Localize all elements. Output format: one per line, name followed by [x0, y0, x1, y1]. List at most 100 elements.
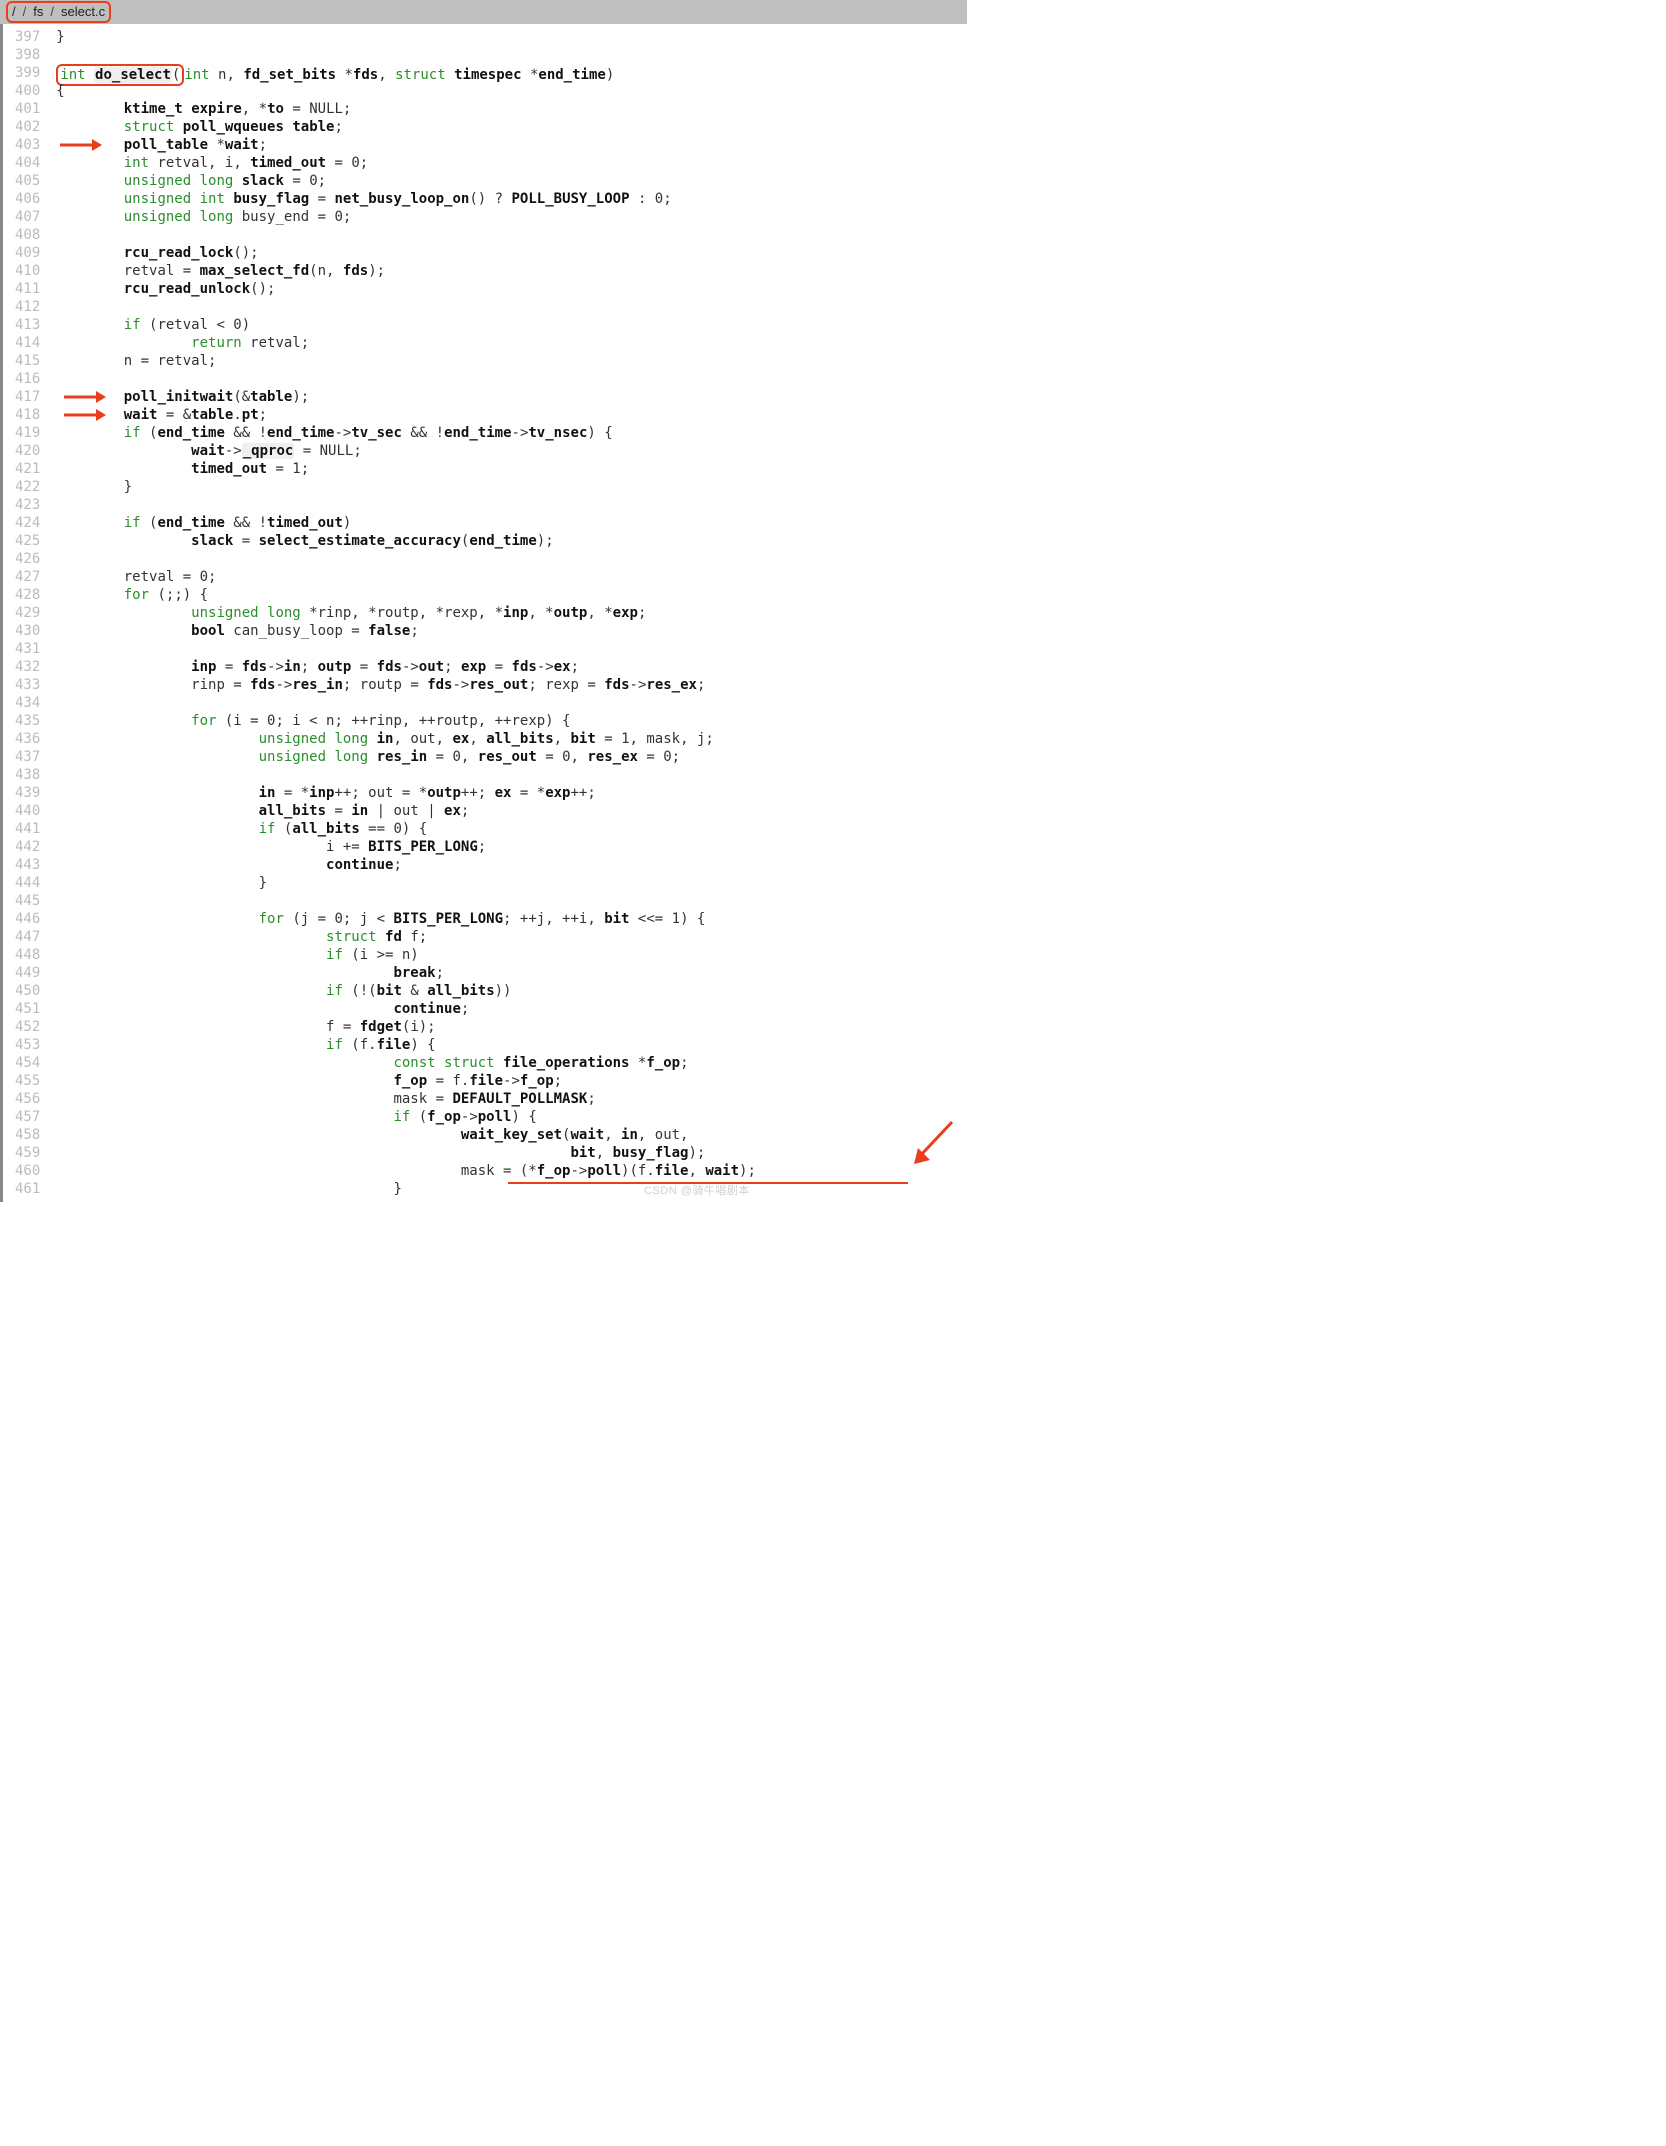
- line-number: 450: [15, 982, 40, 1000]
- line-number: 405: [15, 172, 40, 190]
- code-line: }: [56, 28, 756, 46]
- breadcrumb-bar: / / fs / select.c: [0, 0, 967, 24]
- line-number: 452: [15, 1018, 40, 1036]
- line-number: 412: [15, 298, 40, 316]
- do-select-signature-box: int do_select(: [56, 64, 184, 86]
- code-line: wait = &table.pt;: [56, 406, 756, 424]
- line-number: 402: [15, 118, 40, 136]
- line-number: 406: [15, 190, 40, 208]
- line-number: 430: [15, 622, 40, 640]
- line-number: 416: [15, 370, 40, 388]
- code-line: timed_out = 1;: [56, 460, 756, 478]
- line-number: 408: [15, 226, 40, 244]
- line-number: 398: [15, 46, 40, 64]
- code-line: [56, 46, 756, 64]
- code-line: poll_initwait(&table);: [56, 388, 756, 406]
- line-number: 424: [15, 514, 40, 532]
- code-line: const struct file_operations *f_op;: [56, 1054, 756, 1072]
- line-number: 433: [15, 676, 40, 694]
- code-line: [56, 550, 756, 568]
- line-number: 429: [15, 604, 40, 622]
- line-number: 403: [15, 136, 40, 154]
- code-line: rinp = fds->res_in; routp = fds->res_out…: [56, 676, 756, 694]
- code-line: all_bits = in | out | ex;: [56, 802, 756, 820]
- code-line: unsigned long *rinp, *routp, *rexp, *inp…: [56, 604, 756, 622]
- code-line: unsigned long slack = 0;: [56, 172, 756, 190]
- code-line: for (;;) {: [56, 586, 756, 604]
- line-number: 453: [15, 1036, 40, 1054]
- code-line: if (end_time && !end_time->tv_sec && !en…: [56, 424, 756, 442]
- code-line: mask = DEFAULT_POLLMASK;: [56, 1090, 756, 1108]
- code-line: if (f.file) {: [56, 1036, 756, 1054]
- line-number: 441: [15, 820, 40, 838]
- line-number: 442: [15, 838, 40, 856]
- line-number: 459: [15, 1144, 40, 1162]
- line-number: 404: [15, 154, 40, 172]
- line-number: 456: [15, 1090, 40, 1108]
- line-number: 446: [15, 910, 40, 928]
- line-number: 443: [15, 856, 40, 874]
- code-line: int retval, i, timed_out = 0;: [56, 154, 756, 172]
- watermark-text: CSDN @骑牛唱剧本: [644, 1182, 750, 1200]
- line-number: 435: [15, 712, 40, 730]
- code-line: [56, 226, 756, 244]
- code-line: if (f_op->poll) {: [56, 1108, 756, 1126]
- code-line: if (all_bits == 0) {: [56, 820, 756, 838]
- line-number: 445: [15, 892, 40, 910]
- line-number: 420: [15, 442, 40, 460]
- line-number: 457: [15, 1108, 40, 1126]
- code-line: continue;: [56, 1000, 756, 1018]
- line-number: 423: [15, 496, 40, 514]
- breadcrumb-dir[interactable]: fs: [33, 3, 43, 21]
- line-number: 455: [15, 1072, 40, 1090]
- line-number: 458: [15, 1126, 40, 1144]
- function-declaration: int do_select(int n, fd_set_bits *fds, s…: [56, 64, 756, 82]
- code-line: [56, 496, 756, 514]
- code-line: [56, 370, 756, 388]
- code-line: retval = max_select_fd(n, fds);: [56, 262, 756, 280]
- code-line: [56, 892, 756, 910]
- code-line: unsigned int busy_flag = net_busy_loop_o…: [56, 190, 756, 208]
- line-number: 427: [15, 568, 40, 586]
- code-line: i += BITS_PER_LONG;: [56, 838, 756, 856]
- code-content[interactable]: } int do_select(int n, fd_set_bits *fds, …: [48, 24, 756, 1202]
- code-line: }: [56, 874, 756, 892]
- line-number: 409: [15, 244, 40, 262]
- line-number: 415: [15, 352, 40, 370]
- code-line: rcu_read_unlock();: [56, 280, 756, 298]
- code-line: n = retval;: [56, 352, 756, 370]
- code-line: return retval;: [56, 334, 756, 352]
- code-line: [56, 694, 756, 712]
- annotation-arrow-icon: [908, 1120, 954, 1166]
- line-number: 434: [15, 694, 40, 712]
- line-number: 440: [15, 802, 40, 820]
- code-line: continue;: [56, 856, 756, 874]
- line-number: 419: [15, 424, 40, 442]
- line-number: 449: [15, 964, 40, 982]
- line-number: 460: [15, 1162, 40, 1180]
- code-line: wait_key_set(wait, in, out,: [56, 1126, 756, 1144]
- line-number: 461: [15, 1180, 40, 1198]
- code-line: [56, 298, 756, 316]
- code-line: f = fdget(i);: [56, 1018, 756, 1036]
- breadcrumb[interactable]: / / fs / select.c: [6, 1, 111, 23]
- line-number: 410: [15, 262, 40, 280]
- code-line: if (end_time && !timed_out): [56, 514, 756, 532]
- code-line: bit, busy_flag);: [56, 1144, 756, 1162]
- code-line: struct poll_wqueues table;: [56, 118, 756, 136]
- line-number: 448: [15, 946, 40, 964]
- line-number: 426: [15, 550, 40, 568]
- line-number: 437: [15, 748, 40, 766]
- line-number: 428: [15, 586, 40, 604]
- line-number: 399: [15, 64, 40, 82]
- code-line: if (i >= n): [56, 946, 756, 964]
- code-line: rcu_read_lock();: [56, 244, 756, 262]
- breadcrumb-file[interactable]: select.c: [61, 3, 105, 21]
- line-number-gutter: 3973983994004014024034044054064074084094…: [0, 24, 48, 1202]
- line-number: 413: [15, 316, 40, 334]
- code-viewer: 3973983994004014024034044054064074084094…: [0, 24, 967, 1202]
- code-line: retval = 0;: [56, 568, 756, 586]
- code-line: wait->_qproc = NULL;: [56, 442, 756, 460]
- breadcrumb-root[interactable]: /: [12, 3, 16, 21]
- code-line: f_op = f.file->f_op;: [56, 1072, 756, 1090]
